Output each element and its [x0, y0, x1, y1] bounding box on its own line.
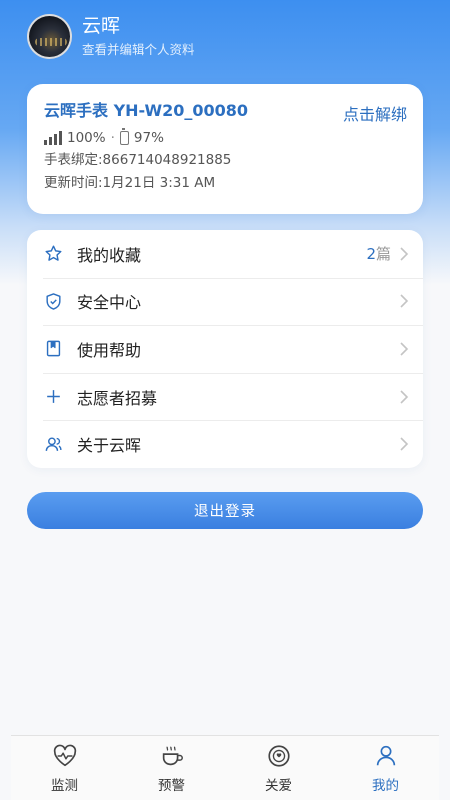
heart-pulse-icon: [53, 744, 76, 767]
menu-item-favorites[interactable]: 我的收藏 2篇: [27, 230, 423, 278]
care-icon: [267, 745, 290, 767]
tab-mine[interactable]: 我的: [332, 736, 439, 800]
tab-label: 预警: [158, 778, 185, 794]
tab-label: 监测: [51, 778, 78, 794]
menu-list: 我的收藏 2篇 安全中心 使用帮助 志愿者招募 关于云晖: [27, 230, 423, 468]
profile-header[interactable]: 云晖 查看并编辑个人资料: [27, 11, 195, 61]
signal-text: 100%: [67, 130, 106, 146]
update-time: 更新时间:1月21日 3:31 AM: [44, 175, 216, 191]
signal-icon: [44, 131, 62, 145]
menu-item-volunteer[interactable]: 志愿者招募: [27, 372, 423, 421]
star-icon: [43, 244, 63, 264]
plus-icon: [43, 387, 63, 407]
chevron-right-icon: [400, 437, 409, 451]
device-status: 100% · 97%: [44, 128, 406, 148]
users-icon: [43, 434, 63, 454]
battery-text: 97%: [133, 130, 164, 146]
menu-label: 使用帮助: [77, 340, 142, 360]
status-separator: ·: [110, 130, 115, 146]
bottom-tab-bar: 监测 预警 关爱 我的: [11, 735, 439, 800]
menu-item-about[interactable]: 关于云晖: [27, 420, 423, 468]
avatar[interactable]: [27, 13, 72, 59]
logout-button[interactable]: 退出登录: [27, 492, 423, 529]
chevron-right-icon: [400, 294, 409, 308]
shield-icon: [43, 291, 63, 311]
profile-name: 云晖: [82, 14, 121, 37]
tab-label: 关爱: [265, 778, 292, 794]
favorites-count: 2篇: [366, 243, 391, 264]
tab-label: 我的: [372, 778, 399, 794]
chevron-right-icon: [400, 247, 409, 261]
menu-item-security[interactable]: 安全中心: [27, 277, 423, 326]
favorites-count-unit: 篇: [375, 245, 391, 264]
battery-icon: [119, 128, 129, 145]
menu-label: 我的收藏: [77, 245, 142, 265]
book-icon: [43, 339, 63, 359]
tab-care[interactable]: 关爱: [225, 736, 332, 800]
menu-item-help[interactable]: 使用帮助: [27, 325, 423, 373]
chevron-right-icon: [400, 342, 409, 356]
menu-label: 关于云晖: [77, 436, 142, 456]
person-icon: [376, 745, 395, 766]
device-card: 云晖手表 YH-W20_00080 点击解绑 100% · 97% 手表绑定:8…: [27, 84, 423, 214]
tab-monitor[interactable]: 监测: [11, 736, 118, 800]
tab-alert[interactable]: 预警: [118, 736, 225, 800]
favorites-count-number: 2: [366, 245, 376, 264]
chevron-right-icon: [400, 390, 409, 404]
profile-text: 云晖 查看并编辑个人资料: [82, 14, 195, 59]
unbind-button[interactable]: 点击解绑: [343, 101, 407, 125]
edit-profile-link[interactable]: 查看并编辑个人资料: [82, 41, 195, 59]
menu-label: 安全中心: [77, 293, 142, 313]
menu-label: 志愿者招募: [77, 388, 158, 408]
binding-info: 手表绑定:866714048921885: [44, 152, 232, 168]
cup-icon: [162, 746, 183, 766]
